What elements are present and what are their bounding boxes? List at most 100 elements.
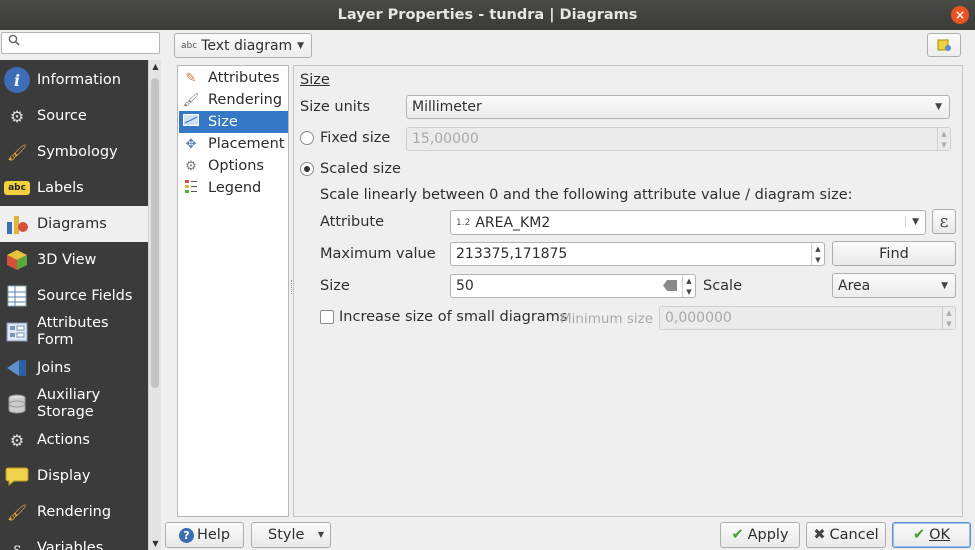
sidebar-item-label: Attributes Form [37, 315, 109, 348]
chevron-down-icon: ▼ [317, 530, 324, 539]
help-button[interactable]: ? Help [165, 522, 244, 548]
text-diagram-icon: abc [181, 40, 198, 51]
size-units-combo[interactable]: Millimeter ▼ [406, 95, 950, 119]
sidebar-item-3d-view[interactable]: 3D View [0, 242, 148, 278]
sidebar-item-labels[interactable]: abc Labels [0, 170, 148, 206]
sidebar-item-label: Joins [37, 359, 71, 376]
labels-icon: abc [4, 181, 30, 195]
style-button[interactable]: Style ▼ [251, 522, 331, 548]
sidebar-item-actions[interactable]: ⚙ Actions [0, 422, 148, 458]
tree-item-attributes[interactable]: ✎ Attributes [179, 67, 288, 89]
help-icon: ? [178, 527, 194, 543]
attribute-field-combo[interactable]: 1.2 AREA_KM2 ▼ [450, 210, 926, 235]
scrollbar-thumb[interactable] [151, 78, 159, 388]
search-input[interactable] [24, 35, 156, 51]
find-button[interactable]: Find [832, 241, 956, 266]
max-value-label: Maximum value [320, 246, 436, 262]
tree-item-label: Attributes [208, 70, 280, 86]
sidebar-item-source[interactable]: ⚙ Source [0, 98, 148, 134]
attribute-value: AREA_KM2 [475, 214, 551, 231]
sidebar-item-label: Rendering [37, 503, 112, 520]
fixed-size-radio[interactable] [300, 131, 314, 145]
max-value: 213375,171875 [456, 246, 568, 262]
tree-item-legend[interactable]: Legend [179, 177, 288, 199]
cancel-label: Cancel [829, 527, 879, 543]
size-units-label: Size units [300, 99, 371, 115]
tree-item-options[interactable]: ⚙ Options [179, 155, 288, 177]
sidebar-item-symbology[interactable]: 🖌 Symbology [0, 134, 148, 170]
size-spinbox[interactable]: 50 ▲ ▼ [450, 274, 696, 298]
rendering-icon: 🖌 [6, 502, 28, 522]
style-manager-icon [937, 39, 951, 51]
expression-icon: ε [939, 211, 949, 232]
sidebar-scrollbar[interactable]: ▲ ▼ [148, 60, 161, 550]
sidebar-item-variables[interactable]: ε Variables [0, 530, 148, 550]
sidebar-item-label: Display [37, 467, 91, 484]
tree-item-label: Size [208, 114, 238, 130]
sidebar-item-attributes-form[interactable]: Attributes Form [0, 314, 148, 350]
section-title: Size [300, 72, 330, 88]
diagram-type-combo[interactable]: abc Text diagram ▼ [174, 33, 312, 58]
numeric-field-icon: 1.2 [456, 217, 471, 228]
sidebar-item-source-fields[interactable]: Source Fields [0, 278, 148, 314]
search-field[interactable] [1, 32, 160, 54]
tree-item-size[interactable]: Size [179, 111, 288, 133]
attribute-label: Attribute [320, 214, 385, 230]
scaled-size-label: Scaled size [320, 161, 401, 177]
paste-style-button[interactable] [927, 33, 961, 57]
apply-label: Apply [747, 527, 789, 543]
tree-item-label: Options [208, 158, 264, 174]
sidebar-item-label: Auxiliary Storage [37, 387, 101, 420]
style-label: Style [268, 527, 305, 543]
size-value: 50 [456, 278, 474, 294]
chevron-down-icon: ▼ [935, 102, 942, 112]
diagrams-icon [4, 211, 30, 237]
chevron-down-icon: ▼ [297, 40, 304, 51]
fixed-size-spinbox[interactable]: 15,00000 ▲ ▼ [406, 127, 951, 151]
close-icon[interactable]: × [951, 6, 969, 24]
sidebar-item-label: Variables [37, 539, 104, 550]
tree-item-rendering[interactable]: 🖌 Rendering [179, 89, 288, 111]
tree-item-label: Legend [208, 180, 262, 196]
scaled-size-radio[interactable] [300, 162, 314, 176]
spin-arrows-icon[interactable]: ▲ ▼ [682, 275, 695, 297]
apply-button[interactable]: ✔ Apply [720, 522, 800, 548]
expression-button[interactable]: ε [932, 209, 956, 234]
sidebar-item-display[interactable]: Display [0, 458, 148, 494]
sidebar-item-label: Actions [37, 431, 90, 448]
scale-description: Scale linearly between 0 and the followi… [320, 187, 853, 203]
sidebar-item-information[interactable]: i Information [0, 62, 148, 98]
find-button-label: Find [879, 245, 909, 262]
sidebar-item-label: Diagrams [37, 215, 107, 232]
sidebar-item-joins[interactable]: Joins [0, 350, 148, 386]
clear-icon[interactable] [663, 280, 677, 291]
storage-icon [4, 391, 30, 417]
sidebar-item-rendering[interactable]: 🖌 Rendering [0, 494, 148, 530]
tree-item-placement[interactable]: ✥ Placement [179, 133, 288, 155]
increase-small-checkbox[interactable] [320, 310, 334, 324]
max-value-spinbox[interactable]: 213375,171875 ▲ ▼ [450, 242, 825, 266]
min-size-spinbox[interactable]: 0,000000 ▲ ▼ [659, 306, 956, 330]
search-icon [8, 34, 20, 50]
form-icon [4, 319, 30, 345]
sidebar-item-diagrams[interactable]: Diagrams [0, 206, 148, 242]
increase-small-label: Increase size of small diagrams [339, 309, 568, 325]
cancel-button[interactable]: ✖ Cancel [806, 522, 886, 548]
legend-icon [182, 179, 200, 197]
help-label: Help [196, 527, 231, 543]
spin-arrows-icon: ▲ ▼ [937, 128, 950, 150]
sidebar-item-auxiliary-storage[interactable]: Auxiliary Storage [0, 386, 148, 422]
scale-method-combo[interactable]: Area ▼ [832, 273, 956, 298]
scroll-down-icon[interactable]: ▼ [150, 539, 161, 548]
scale-method-value: Area [838, 277, 871, 294]
scroll-up-icon[interactable]: ▲ [150, 62, 161, 71]
sidebar-item-label: Source Fields [37, 287, 133, 304]
tree-item-label: Placement [208, 136, 285, 152]
spin-arrows-icon[interactable]: ▲ ▼ [811, 243, 824, 265]
chevron-down-icon: ▼ [941, 280, 948, 291]
window-title: Layer Properties - tundra | Diagrams [337, 7, 638, 23]
fixed-size-label: Fixed size [320, 130, 391, 146]
sidebar-item-label: Labels [37, 179, 84, 196]
diagram-type-value: Text diagram [201, 37, 293, 54]
ok-button[interactable]: ✔ OK [892, 522, 971, 548]
